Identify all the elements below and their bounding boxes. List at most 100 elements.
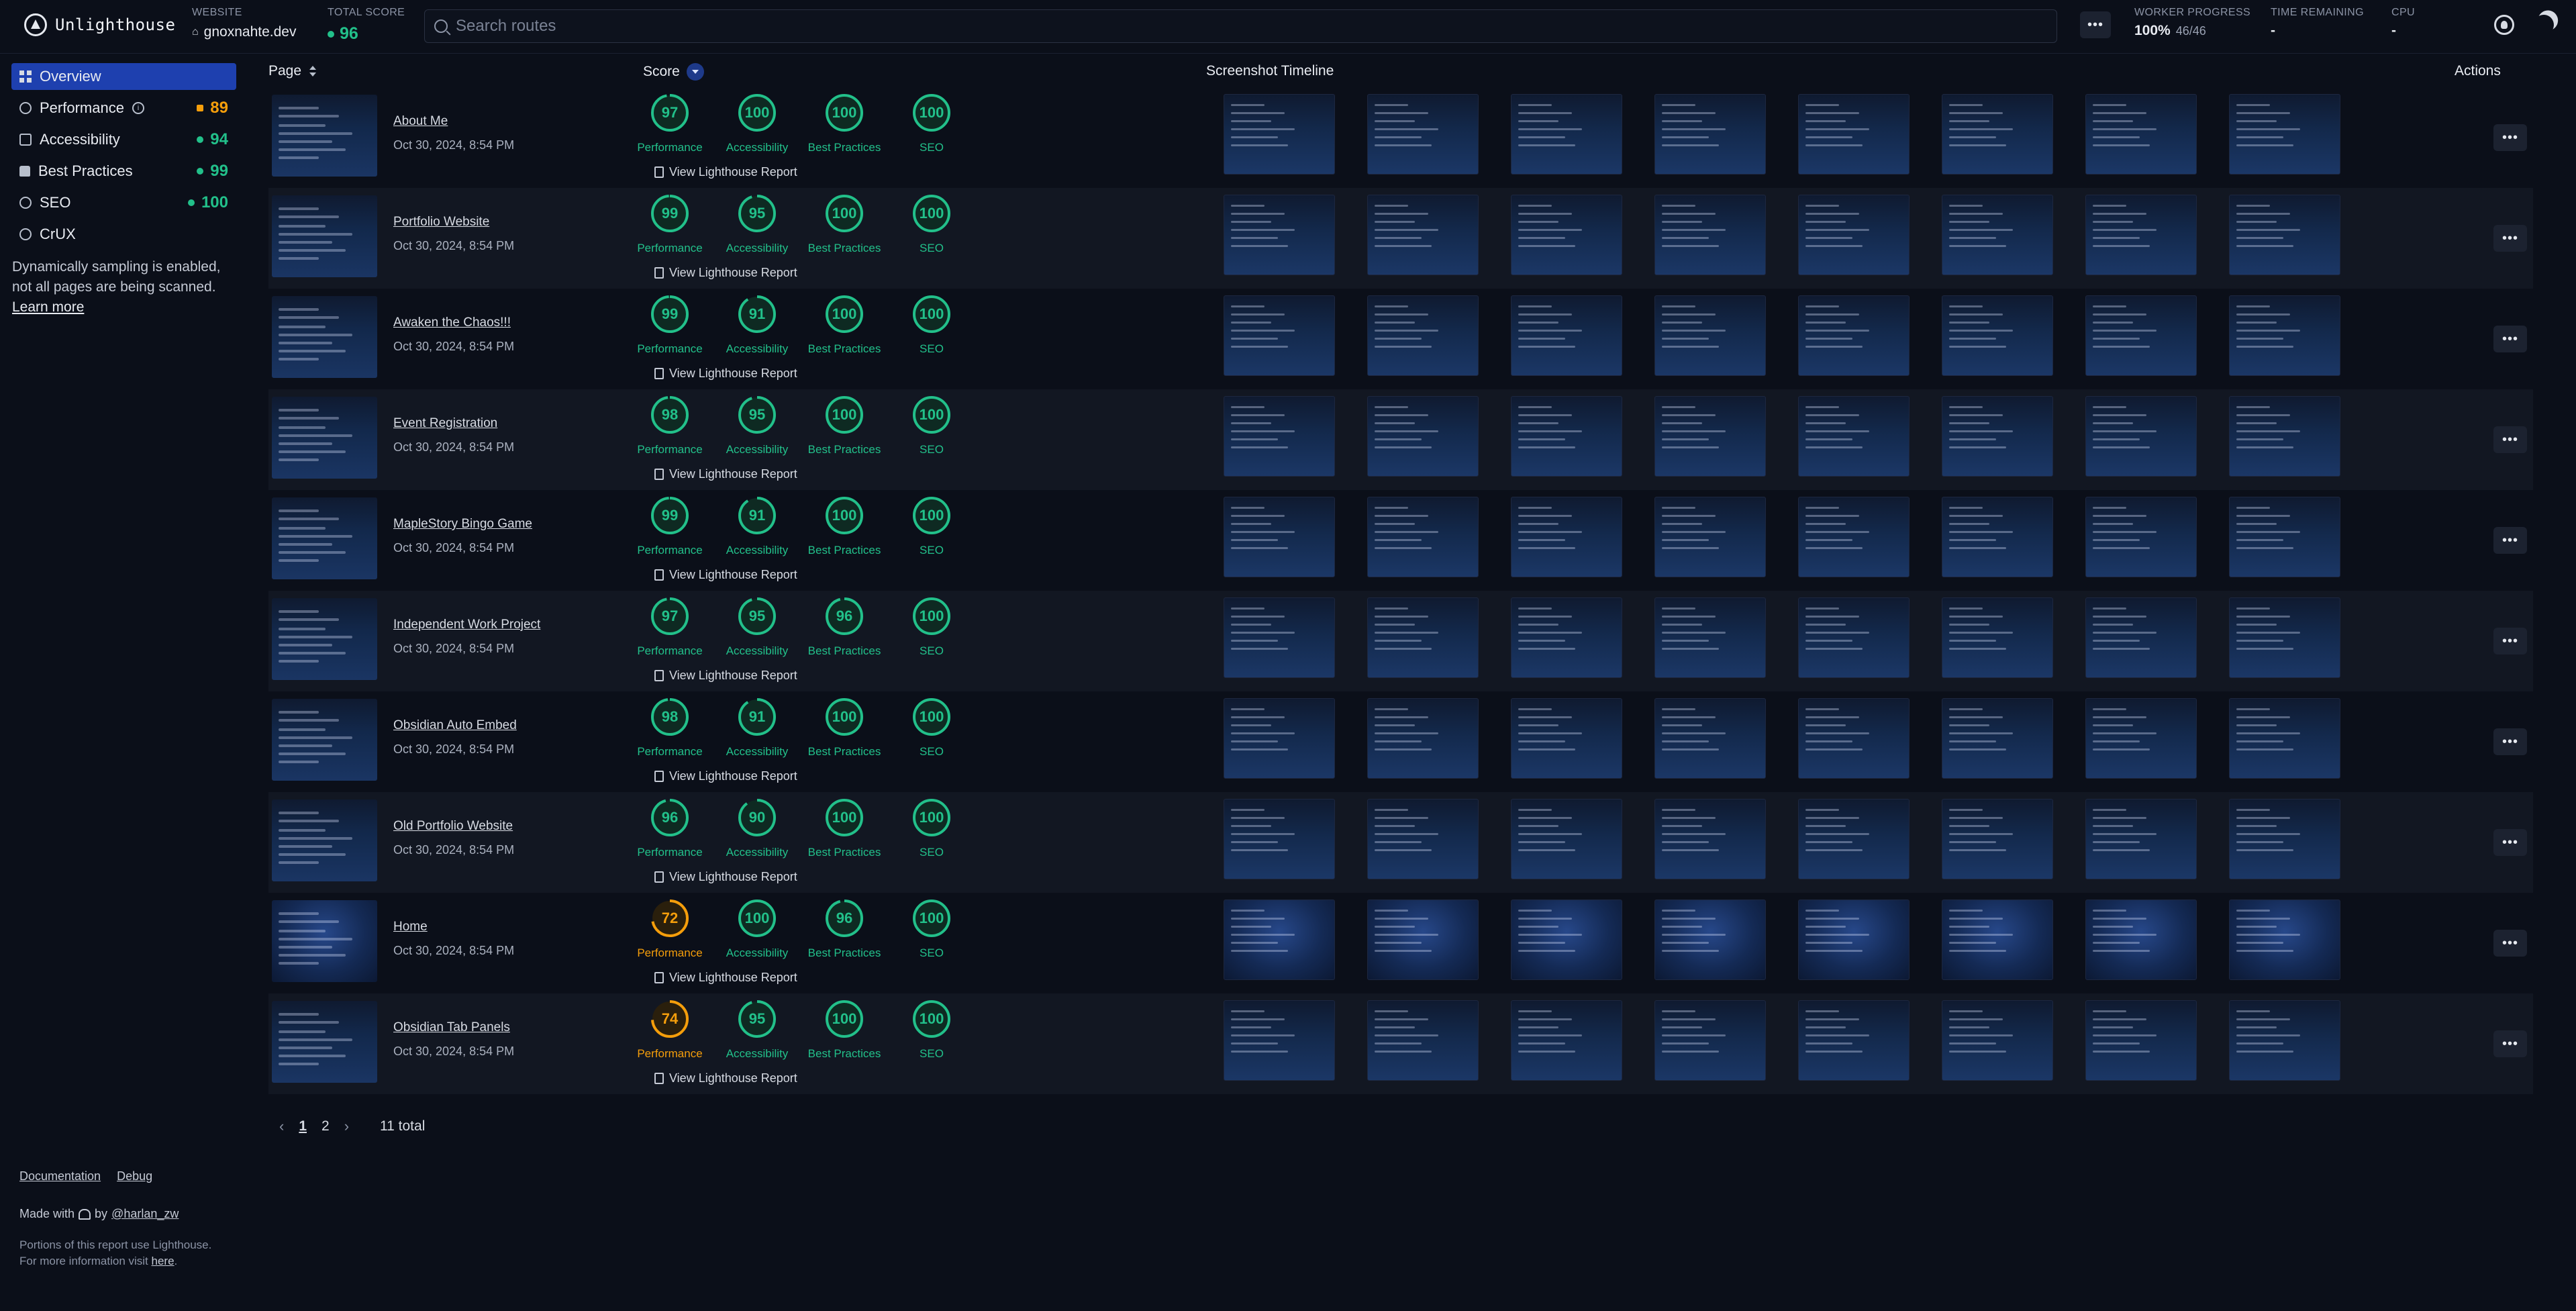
- prev-page-icon[interactable]: ‹: [279, 1118, 284, 1135]
- timeline-screenshot[interactable]: [1224, 799, 1335, 879]
- timeline-screenshot[interactable]: [1798, 195, 1910, 275]
- timeline-screenshot[interactable]: [1367, 900, 1479, 980]
- sidebar-item-best-practices[interactable]: Best Practices 99: [11, 158, 236, 185]
- page-title-link[interactable]: Home: [393, 920, 428, 934]
- timeline-screenshot[interactable]: [1511, 497, 1622, 577]
- timeline-screenshot[interactable]: [2085, 497, 2197, 577]
- page-thumbnail[interactable]: [272, 598, 377, 680]
- timeline-screenshot[interactable]: [1942, 1000, 2053, 1081]
- view-report-link[interactable]: View Lighthouse Report: [654, 367, 797, 381]
- timeline-screenshot[interactable]: [1654, 799, 1766, 879]
- learn-more-link[interactable]: Learn more: [12, 299, 84, 315]
- timeline-screenshot[interactable]: [1654, 1000, 1766, 1081]
- timeline-screenshot[interactable]: [2085, 195, 2197, 275]
- seo-score[interactable]: 100 SEO: [888, 495, 975, 557]
- timeline-screenshot[interactable]: [1511, 799, 1622, 879]
- timeline-screenshot[interactable]: [1798, 497, 1910, 577]
- performance-score[interactable]: 99 Performance: [626, 193, 713, 255]
- timeline-screenshot[interactable]: [1367, 195, 1479, 275]
- timeline-screenshot[interactable]: [1511, 597, 1622, 678]
- timeline-screenshot[interactable]: [1367, 295, 1479, 376]
- timeline-screenshot[interactable]: [2229, 698, 2340, 779]
- timeline-screenshot[interactable]: [1224, 1000, 1335, 1081]
- timeline-screenshot[interactable]: [1511, 698, 1622, 779]
- view-report-link[interactable]: View Lighthouse Report: [654, 870, 797, 884]
- column-header-page[interactable]: Page: [268, 63, 317, 79]
- best-practices-score[interactable]: 96 Best Practices: [801, 898, 888, 960]
- timeline-screenshot[interactable]: [1224, 295, 1335, 376]
- timeline-screenshot[interactable]: [1654, 597, 1766, 678]
- accessibility-score[interactable]: 95 Accessibility: [713, 596, 801, 658]
- timeline-screenshot[interactable]: [1654, 396, 1766, 477]
- timeline-screenshot[interactable]: [1224, 94, 1335, 175]
- timeline-screenshot[interactable]: [1942, 94, 2053, 175]
- view-report-link[interactable]: View Lighthouse Report: [654, 266, 797, 280]
- seo-score[interactable]: 100 SEO: [888, 596, 975, 658]
- best-practices-score[interactable]: 100 Best Practices: [801, 193, 888, 255]
- timeline-screenshot[interactable]: [2229, 900, 2340, 980]
- row-actions-button[interactable]: •••: [2493, 628, 2527, 654]
- timeline-screenshot[interactable]: [2085, 295, 2197, 376]
- performance-score[interactable]: 99 Performance: [626, 495, 713, 557]
- author-link[interactable]: @harlan_zw: [111, 1207, 179, 1221]
- timeline-screenshot[interactable]: [1511, 295, 1622, 376]
- best-practices-score[interactable]: 100 Best Practices: [801, 294, 888, 356]
- row-actions-button[interactable]: •••: [2493, 426, 2527, 453]
- seo-score[interactable]: 100 SEO: [888, 395, 975, 456]
- performance-score[interactable]: 72 Performance: [626, 898, 713, 960]
- row-actions-button[interactable]: •••: [2493, 930, 2527, 957]
- sidebar-item-seo[interactable]: SEO 100: [11, 189, 236, 216]
- page-title-link[interactable]: Independent Work Project: [393, 618, 540, 632]
- timeline-screenshot[interactable]: [1511, 195, 1622, 275]
- timeline-screenshot[interactable]: [2085, 698, 2197, 779]
- page-thumbnail[interactable]: [272, 699, 377, 781]
- timeline-screenshot[interactable]: [1511, 94, 1622, 175]
- seo-score[interactable]: 100 SEO: [888, 193, 975, 255]
- view-report-link[interactable]: View Lighthouse Report: [654, 467, 797, 481]
- timeline-screenshot[interactable]: [1942, 900, 2053, 980]
- timeline-screenshot[interactable]: [1511, 396, 1622, 477]
- page-title-link[interactable]: Awaken the Chaos!!!: [393, 315, 511, 330]
- seo-score[interactable]: 100 SEO: [888, 294, 975, 356]
- timeline-screenshot[interactable]: [1224, 396, 1335, 477]
- timeline-screenshot[interactable]: [1942, 497, 2053, 577]
- timeline-screenshot[interactable]: [1511, 1000, 1622, 1081]
- row-actions-button[interactable]: •••: [2493, 326, 2527, 352]
- timeline-screenshot[interactable]: [1367, 698, 1479, 779]
- performance-score[interactable]: 96 Performance: [626, 797, 713, 859]
- timeline-screenshot[interactable]: [1654, 94, 1766, 175]
- timeline-screenshot[interactable]: [1224, 698, 1335, 779]
- column-header-score[interactable]: Score: [643, 63, 704, 81]
- timeline-screenshot[interactable]: [2229, 1000, 2340, 1081]
- moon-icon[interactable]: [2531, 12, 2557, 38]
- page-title-link[interactable]: Obsidian Tab Panels: [393, 1020, 510, 1035]
- timeline-screenshot[interactable]: [1367, 799, 1479, 879]
- timeline-screenshot[interactable]: [2229, 195, 2340, 275]
- best-practices-score[interactable]: 100 Best Practices: [801, 495, 888, 557]
- info-icon[interactable]: i: [132, 102, 144, 114]
- timeline-screenshot[interactable]: [2229, 396, 2340, 477]
- page-title-link[interactable]: Old Portfolio Website: [393, 819, 513, 834]
- accessibility-score[interactable]: 95 Accessibility: [713, 193, 801, 255]
- seo-score[interactable]: 100 SEO: [888, 999, 975, 1061]
- search-input[interactable]: [456, 17, 1999, 36]
- page-thumbnail[interactable]: [272, 799, 377, 881]
- page-title-link[interactable]: Event Registration: [393, 416, 497, 431]
- timeline-screenshot[interactable]: [2229, 94, 2340, 175]
- timeline-screenshot[interactable]: [1654, 195, 1766, 275]
- view-report-link[interactable]: View Lighthouse Report: [654, 669, 797, 683]
- app-logo[interactable]: Unlighthouse: [24, 13, 175, 36]
- timeline-screenshot[interactable]: [1798, 698, 1910, 779]
- page-title-link[interactable]: Obsidian Auto Embed: [393, 718, 517, 733]
- accessibility-score[interactable]: 91 Accessibility: [713, 294, 801, 356]
- page-title-link[interactable]: MapleStory Bingo Game: [393, 517, 532, 532]
- timeline-screenshot[interactable]: [1511, 900, 1622, 980]
- page-thumbnail[interactable]: [272, 497, 377, 579]
- timeline-screenshot[interactable]: [1654, 295, 1766, 376]
- best-practices-score[interactable]: 100 Best Practices: [801, 395, 888, 456]
- row-actions-button[interactable]: •••: [2493, 527, 2527, 554]
- here-link[interactable]: here: [152, 1255, 175, 1267]
- timeline-screenshot[interactable]: [2085, 900, 2197, 980]
- page-2-button[interactable]: 2: [321, 1118, 330, 1134]
- timeline-screenshot[interactable]: [1798, 597, 1910, 678]
